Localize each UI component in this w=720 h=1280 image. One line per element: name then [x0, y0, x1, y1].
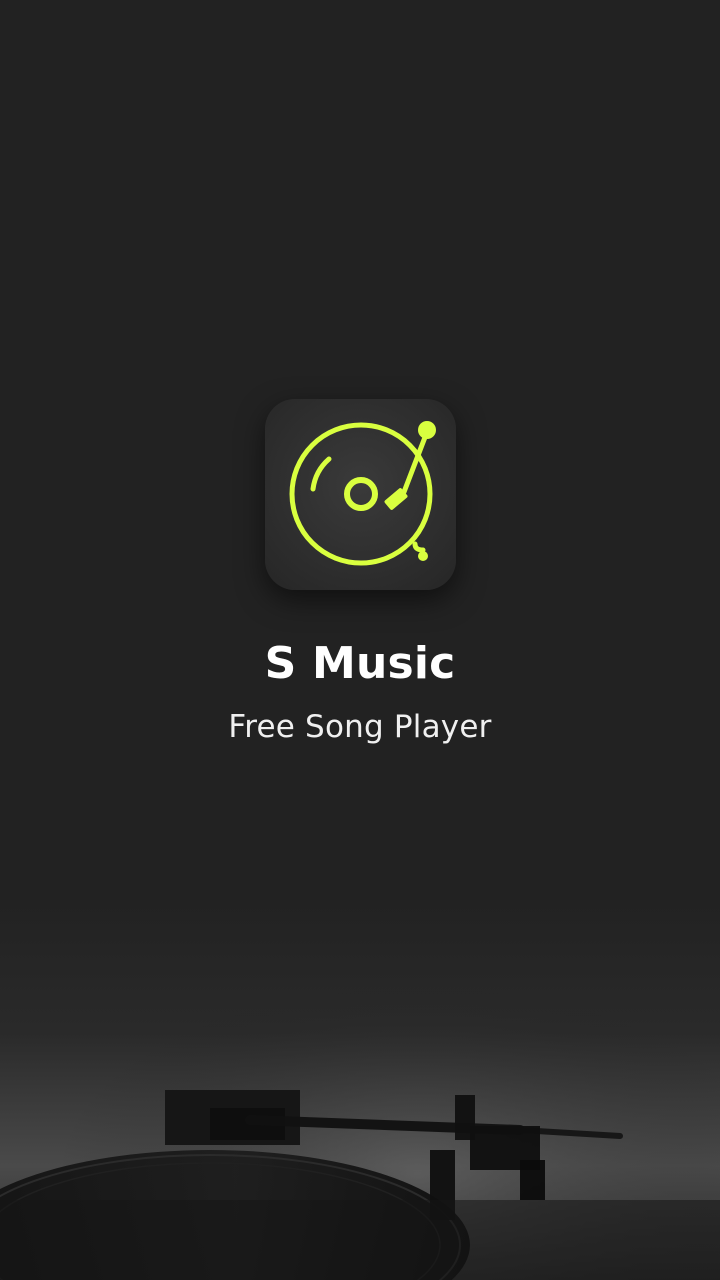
app-title: S Music [264, 638, 456, 689]
app-subtitle: Free Song Player [228, 709, 492, 745]
turntable-background-icon [0, 900, 720, 1280]
splash-screen: S Music Free Song Player [0, 0, 720, 1280]
app-logo [265, 399, 456, 590]
turntable-icon [289, 421, 436, 566]
